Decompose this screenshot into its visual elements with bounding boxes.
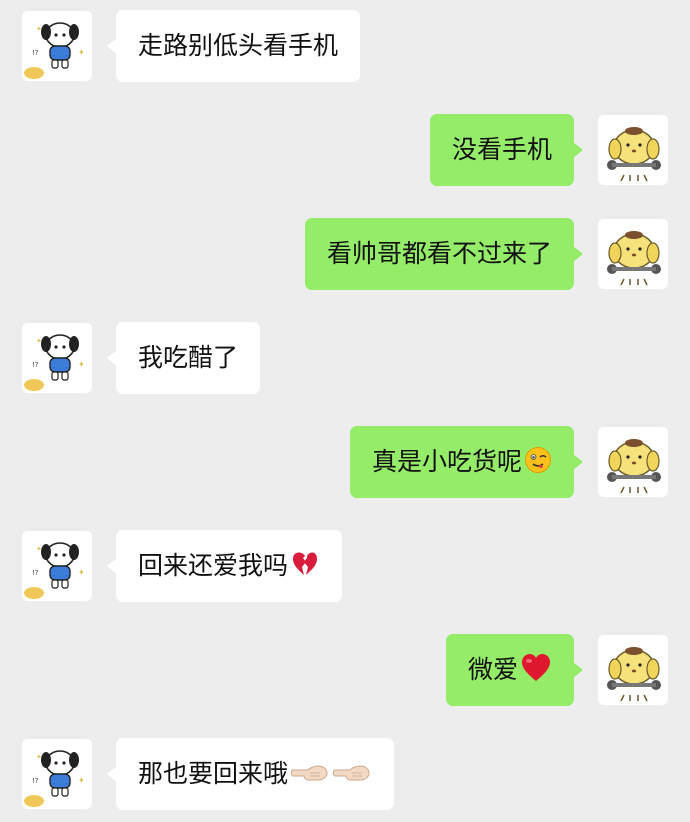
self-avatar[interactable] [598,427,668,497]
message-row-incoming: !? ✦ ✦ 走路别低头看手机 [0,9,690,83]
message-row-incoming: !? ✦ ✦ 我吃醋了 [0,321,690,395]
message-bubble-outgoing[interactable]: 真是小吃货呢 [349,426,584,498]
message-row-outgoing: 看帅哥都看不过来了 [0,217,690,291]
svg-text:✦: ✦ [36,753,42,761]
message-row-incoming: !? ✦ ✦ 回来还爱我吗 [0,529,690,603]
winking-face-emoji-icon [524,446,552,474]
white-puppy-avatar-icon: !? ✦ ✦ [22,739,92,809]
message-text: 微爱 [467,655,518,684]
svg-text:!?: !? [32,361,39,369]
white-puppy-avatar-icon: !? ✦ ✦ [22,531,92,601]
pointing-left-hand-emoji-icon [332,760,372,784]
message-text: 走路别低头看手机 [138,31,339,60]
yellow-pompom-dog-avatar-icon [598,427,668,497]
svg-text:!?: !? [32,569,39,577]
message-bubble-incoming[interactable]: 那也要回来哦 [106,738,395,810]
svg-text:✦: ✦ [78,568,85,577]
self-avatar[interactable] [598,219,668,289]
message-bubble-incoming[interactable]: 我吃醋了 [106,322,261,394]
message-text: 回来还爱我吗 [138,551,289,580]
svg-text:✦: ✦ [36,25,42,33]
svg-text:✦: ✦ [78,776,85,785]
message-row-incoming: !? ✦ ✦ 那也要回来哦 [0,737,690,811]
white-puppy-avatar-icon: !? ✦ ✦ [22,11,92,81]
white-puppy-avatar-icon: !? ✦ ✦ [22,323,92,393]
message-text: 那也要回来哦 [138,759,289,788]
yellow-pompom-dog-avatar-icon [598,219,668,289]
svg-text:!?: !? [32,777,39,785]
message-row-outgoing: 没看手机 [0,113,690,187]
svg-text:✦: ✦ [78,360,85,369]
message-text: 真是小吃货呢 [371,447,522,476]
red-heart-emoji-icon [520,653,552,683]
message-text: 没看手机 [451,135,552,164]
message-bubble-incoming[interactable]: 走路别低头看手机 [106,10,361,82]
chat-message-list[interactable]: !? ✦ ✦ 走路别低头看手机 没看手机 看帅哥都看不过来了 !? ✦ ✦ 我吃… [0,0,690,822]
broken-heart-emoji-icon [290,550,320,578]
message-bubble-outgoing[interactable]: 看帅哥都看不过来了 [304,218,584,290]
svg-text:✦: ✦ [36,545,42,553]
svg-text:!?: !? [32,49,39,57]
message-bubble-outgoing[interactable]: 没看手机 [429,114,584,186]
message-bubble-incoming[interactable]: 回来还爱我吗 [106,530,343,602]
contact-avatar[interactable]: !? ✦ ✦ [22,323,92,393]
yellow-pompom-dog-avatar-icon [598,115,668,185]
message-text: 看帅哥都看不过来了 [326,239,552,268]
pointing-left-hand-emoji-icon [290,760,330,784]
message-text: 我吃醋了 [138,343,239,372]
self-avatar[interactable] [598,115,668,185]
contact-avatar[interactable]: !? ✦ ✦ [22,531,92,601]
self-avatar[interactable] [598,635,668,705]
svg-text:✦: ✦ [36,337,42,345]
contact-avatar[interactable]: !? ✦ ✦ [22,739,92,809]
yellow-pompom-dog-avatar-icon [598,635,668,705]
svg-text:✦: ✦ [78,48,85,57]
contact-avatar[interactable]: !? ✦ ✦ [22,11,92,81]
message-row-outgoing: 微爱 [0,633,690,707]
message-bubble-outgoing[interactable]: 微爱 [445,634,584,706]
message-row-outgoing: 真是小吃货呢 [0,425,690,499]
